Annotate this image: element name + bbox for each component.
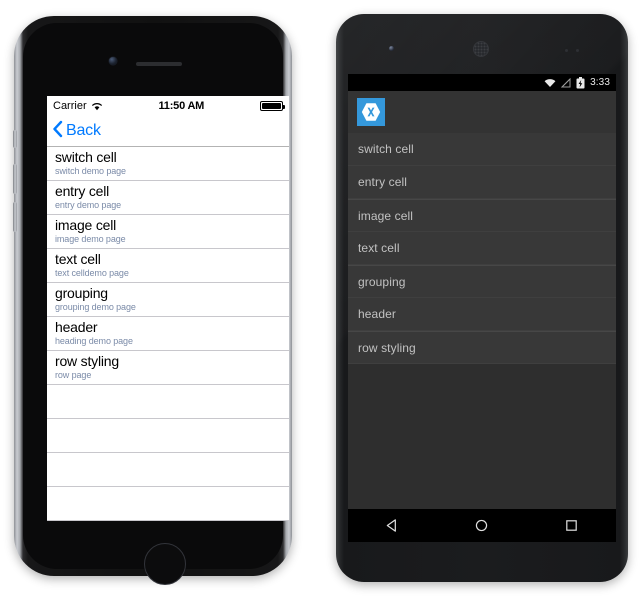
wifi-icon [544, 78, 556, 88]
ios-item-subtitle: entry demo page [55, 200, 122, 210]
iphone-device-frame: Carrier 11:50 AM Back switch cell switch… [13, 16, 292, 585]
signal-icon [561, 77, 571, 88]
list-item[interactable]: text cell text celldemo page [47, 249, 289, 283]
iphone-volume-down-button[interactable] [13, 202, 17, 232]
back-triangle-icon[interactable] [373, 509, 413, 542]
chevron-left-icon [52, 120, 63, 143]
ios-item-title: row styling [55, 353, 119, 369]
android-item-label: image cell [358, 208, 414, 223]
ios-empty-row [47, 385, 289, 419]
ios-item-subtitle: heading demo page [55, 336, 133, 346]
xamarin-logo-icon[interactable] [357, 98, 385, 126]
android-device-frame: 3:33 switch cell entry cell image cell t… [336, 14, 628, 582]
ios-item-subtitle: switch demo page [55, 166, 126, 176]
iphone-volume-up-button[interactable] [13, 164, 17, 194]
android-clock: 3:33 [590, 77, 610, 88]
iphone-front-camera-icon [109, 57, 117, 65]
android-light-sensor [576, 49, 579, 52]
list-item[interactable]: entry cell entry demo page [47, 181, 289, 215]
android-earpiece-speaker [473, 41, 489, 57]
android-screen: 3:33 switch cell entry cell image cell t… [348, 74, 616, 542]
ios-back-label: Back [66, 122, 101, 139]
ios-item-subtitle: image demo page [55, 234, 126, 244]
android-proximity-sensor [565, 49, 568, 52]
ios-empty-row [47, 453, 289, 487]
android-front-camera-icon [389, 46, 394, 51]
ios-status-right [260, 101, 285, 111]
android-list-view[interactable]: switch cell entry cell image cell text c… [348, 133, 616, 364]
android-navigation-bar [348, 509, 616, 542]
ios-empty-row [47, 487, 289, 521]
iphone-earpiece-speaker [136, 62, 182, 66]
list-item[interactable]: grouping grouping demo page [47, 283, 289, 317]
battery-charging-icon [576, 76, 585, 89]
ios-clock: 11:50 AM [158, 100, 205, 112]
ios-navigation-bar: Back [47, 116, 289, 147]
ios-item-title: text cell [55, 251, 101, 267]
ios-status-bar: Carrier 11:50 AM [47, 96, 289, 116]
android-item-label: switch cell [358, 142, 414, 156]
list-item[interactable]: text cell [348, 232, 616, 265]
home-circle-icon[interactable] [462, 509, 502, 542]
ios-item-subtitle: grouping demo page [55, 302, 136, 312]
ios-item-subtitle: row page [55, 370, 92, 380]
list-item[interactable]: grouping [348, 265, 616, 298]
ios-item-title: image cell [55, 217, 117, 233]
iphone-silent-switch[interactable] [13, 130, 17, 148]
ios-status-left: Carrier [53, 100, 103, 112]
list-item[interactable]: switch cell switch demo page [47, 147, 289, 181]
android-item-label: entry cell [358, 175, 408, 189]
ios-carrier-label: Carrier [53, 100, 87, 112]
iphone-home-button[interactable] [144, 543, 186, 585]
android-status-bar: 3:33 [348, 74, 616, 91]
ios-item-subtitle: text celldemo page [55, 268, 129, 278]
list-item[interactable]: image cell [348, 199, 616, 232]
list-item[interactable]: header [348, 298, 616, 331]
ios-item-title: grouping [55, 285, 108, 301]
ios-item-title: switch cell [55, 149, 117, 165]
android-app-bar [348, 91, 616, 133]
list-item[interactable]: entry cell [348, 166, 616, 199]
android-item-label: text cell [358, 241, 400, 255]
android-item-label: header [358, 307, 396, 321]
list-item[interactable]: image cell image demo page [47, 215, 289, 249]
recents-square-icon[interactable] [551, 509, 591, 542]
battery-full-icon [260, 101, 285, 111]
ios-empty-row [47, 419, 289, 453]
ios-back-button[interactable]: Back [52, 120, 101, 143]
wifi-icon [91, 101, 103, 111]
list-item[interactable]: row styling row page [47, 351, 289, 385]
list-item[interactable]: row styling [348, 331, 616, 364]
list-item[interactable]: header heading demo page [47, 317, 289, 351]
ios-screen: Carrier 11:50 AM Back switch cell switch… [47, 96, 289, 521]
list-item[interactable]: switch cell [348, 133, 616, 166]
ios-list-view[interactable]: switch cell switch demo page entry cell … [47, 147, 289, 521]
android-item-label: row styling [358, 340, 416, 355]
android-item-label: grouping [358, 274, 406, 289]
ios-item-title: entry cell [55, 183, 110, 199]
ios-item-title: header [55, 319, 98, 335]
screenshot-stage: Carrier 11:50 AM Back switch cell switch… [0, 0, 644, 600]
